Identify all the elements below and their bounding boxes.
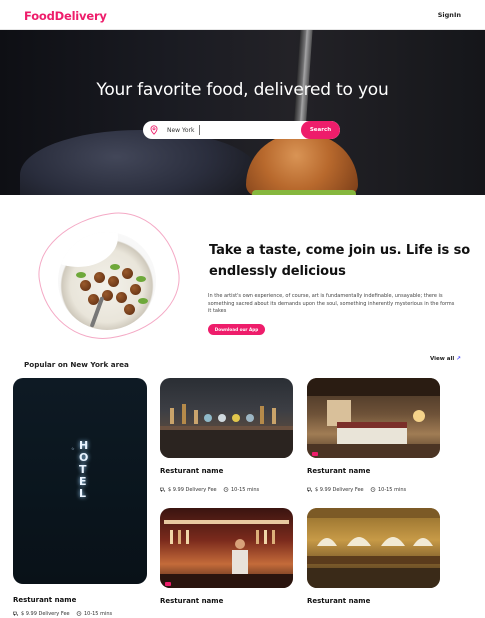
burger-lettuce [252, 190, 356, 195]
herb-leaf [110, 264, 120, 270]
search-bar: Search [143, 121, 340, 139]
brand-logo[interactable]: FoodDelivery [24, 9, 107, 23]
hero-banner: Your favorite food, delivered to you Sea… [0, 30, 485, 195]
top-navbar: FoodDelivery SignIn [0, 0, 485, 30]
hero-background-cloth [20, 130, 260, 195]
bar-scene [160, 404, 293, 458]
delivery-time: 10-15 mins [230, 487, 260, 493]
delivery-fee: $ 9.99 Delivery Fee [21, 611, 70, 617]
restaurant-meta: $ 9.99 Delivery Fee 10-15 mins [160, 487, 259, 493]
food-plate-image [58, 232, 156, 330]
restaurant-meta: $ 9.99 Delivery Fee 10-15 mins [13, 611, 112, 617]
restaurant-card-image[interactable] [160, 508, 293, 588]
restaurant-name[interactable]: Resturant name [307, 597, 370, 605]
restaurant-name[interactable]: Resturant name [307, 467, 370, 475]
card-badge [312, 452, 318, 456]
hotel-neon-sign: HOTEL [79, 439, 89, 500]
delivery-fee: $ 9.99 Delivery Fee [315, 487, 364, 493]
meatball [130, 284, 141, 295]
meatball [94, 272, 105, 283]
herb-leaf [136, 276, 146, 282]
search-input[interactable] [167, 121, 297, 139]
hotel-sign-small-text: ☆ [71, 446, 75, 451]
clock-icon [223, 487, 229, 492]
meatball [122, 268, 133, 279]
herb-leaf [138, 298, 148, 304]
meatball [116, 292, 127, 303]
promo-description: In the artist's own experience, of cours… [208, 293, 455, 314]
signin-link[interactable]: SignIn [438, 11, 461, 19]
delivery-bike-icon [307, 487, 313, 492]
meatball [80, 280, 91, 291]
restaurant-card-image[interactable]: ☆ HOTEL [13, 378, 147, 584]
delivery-bike-icon [13, 611, 19, 616]
delivery-bike-icon [160, 487, 166, 492]
clock-icon [370, 487, 376, 492]
herb-leaf [76, 272, 86, 278]
meatball [108, 276, 119, 287]
search-button[interactable]: Search [301, 121, 340, 139]
burger-bun-top [246, 134, 358, 195]
restaurant-card-image[interactable] [160, 378, 293, 458]
restaurant-name[interactable]: Resturant name [160, 467, 223, 475]
meatball [124, 304, 135, 315]
clock-icon [76, 611, 82, 616]
view-all-label: View all [430, 356, 455, 362]
promo-title: Take a taste, come join us. Life is so e… [209, 243, 471, 279]
view-all-link[interactable]: View all ↗ [430, 356, 461, 362]
card-badge [165, 582, 171, 586]
restaurant-meta: $ 9.99 Delivery Fee 10-15 mins [307, 487, 406, 493]
download-app-button[interactable]: Download our App [208, 324, 265, 335]
delivery-time: 10-15 mins [83, 611, 113, 617]
arrow-up-right-icon: ↗ [456, 356, 461, 362]
popular-section-title: Popular on New York area [24, 360, 129, 369]
hero-title: Your favorite food, delivered to you [96, 80, 389, 100]
location-pin-icon [150, 125, 158, 135]
restaurant-card-image[interactable] [307, 378, 440, 458]
delivery-time: 10-15 mins [377, 487, 407, 493]
bartender-scene [160, 520, 293, 588]
hotel-room-scene [307, 378, 440, 458]
delivery-fee: $ 9.99 Delivery Fee [168, 487, 217, 493]
text-caret [199, 125, 200, 135]
restaurant-name[interactable]: Resturant name [160, 597, 223, 605]
restaurant-name[interactable]: Resturant name [13, 596, 76, 604]
restaurant-card-image[interactable] [307, 508, 440, 588]
dining-hall-scene [307, 508, 440, 588]
